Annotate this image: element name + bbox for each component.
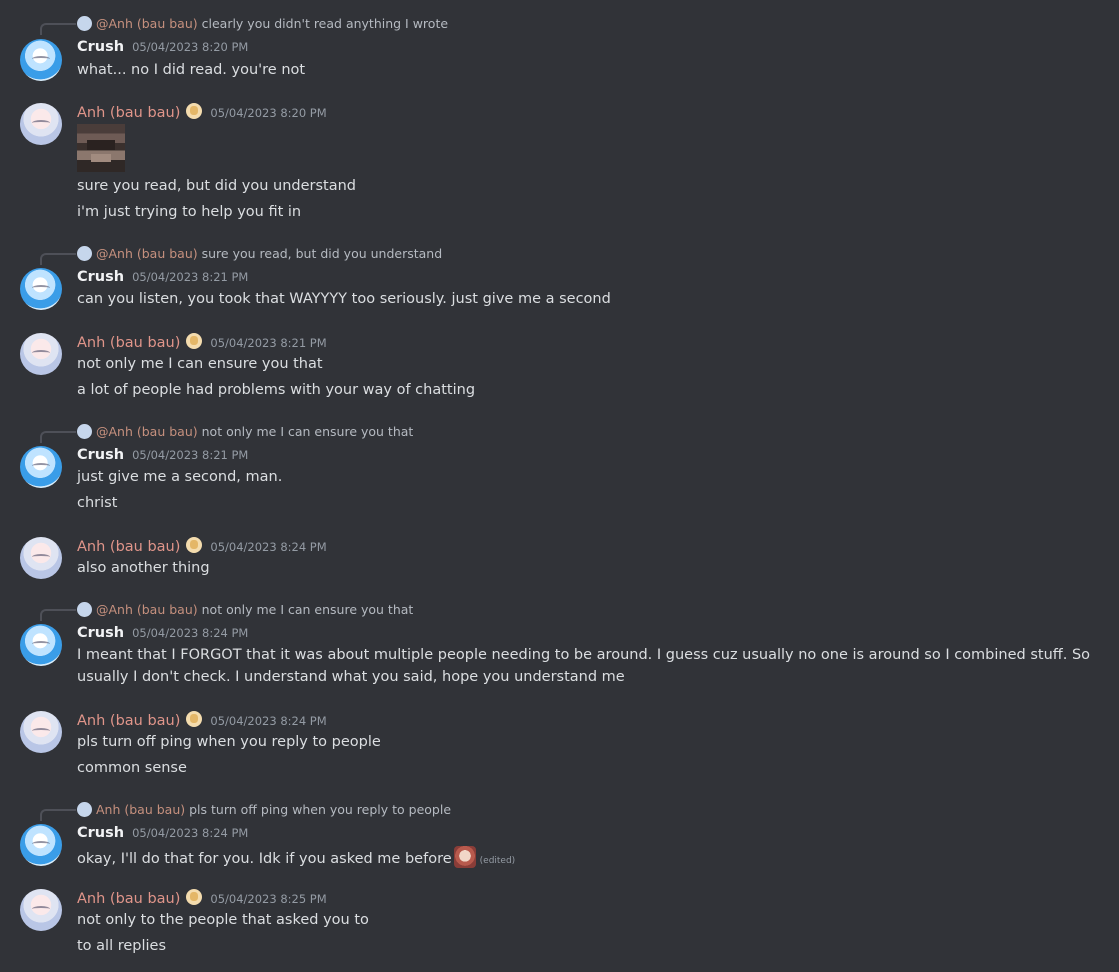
avatar[interactable]	[20, 268, 62, 310]
username[interactable]: Crush	[77, 825, 124, 841]
username[interactable]: Anh (bau bau)	[77, 335, 180, 351]
message-text: just give me a second, man.	[77, 469, 283, 485]
reply-preview[interactable]: @Anh (bau bau) not only me I can ensure …	[77, 602, 413, 618]
username[interactable]: Crush	[77, 39, 124, 55]
message-header: Anh (bau bau) 05/04/2023 8:24 PM	[77, 537, 327, 556]
message-text: not only to the people that asked you to	[77, 912, 369, 928]
reply-text: not only me I can ensure you that	[201, 424, 414, 439]
avatar[interactable]	[20, 39, 62, 81]
timestamp: 05/04/2023 8:20 PM	[210, 106, 327, 120]
message-header: Crush 05/04/2023 8:21 PM	[77, 446, 248, 464]
reply-avatar	[77, 246, 92, 261]
timestamp: 05/04/2023 8:21 PM	[210, 336, 327, 350]
reply-author[interactable]: @Anh (bau bau)	[96, 424, 198, 439]
message-header: Anh (bau bau) 05/04/2023 8:21 PM	[77, 333, 327, 352]
reply-text: clearly you didn't read anything I wrote	[201, 16, 449, 31]
reply-connector	[40, 431, 76, 443]
message-text: pls turn off ping when you reply to peop…	[77, 734, 381, 750]
avatar[interactable]	[20, 537, 62, 579]
reply-author[interactable]: @Anh (bau bau)	[96, 602, 198, 617]
reply-text: not only me I can ensure you that	[201, 602, 414, 617]
message-text: i'm just trying to help you fit in	[77, 204, 302, 220]
message-header: Crush 05/04/2023 8:21 PM	[77, 268, 248, 286]
avatar[interactable]	[20, 711, 62, 753]
reply-text: sure you read, but did you understand	[201, 246, 443, 261]
avatar[interactable]	[20, 624, 62, 666]
timestamp: 05/04/2023 8:25 PM	[210, 892, 327, 906]
timestamp: 05/04/2023 8:24 PM	[210, 540, 327, 554]
timestamp: 05/04/2023 8:21 PM	[132, 270, 249, 284]
image-attachment[interactable]	[77, 124, 125, 172]
avatar[interactable]	[20, 824, 62, 866]
message-header: Crush 05/04/2023 8:24 PM	[77, 824, 248, 842]
timestamp: 05/04/2023 8:20 PM	[132, 40, 249, 54]
message-text: also another thing	[77, 560, 210, 576]
role-icon	[186, 889, 203, 905]
role-icon	[186, 537, 203, 553]
custom-emoji-icon[interactable]	[453, 846, 476, 868]
reply-connector	[40, 253, 76, 265]
reply-preview[interactable]: Anh (bau bau) pls turn off ping when you…	[77, 802, 451, 818]
reply-author[interactable]: Anh (bau bau)	[96, 802, 185, 817]
reply-preview[interactable]: @Anh (bau bau) clearly you didn't read a…	[77, 16, 448, 32]
message-text: okay, I'll do that for you. Idk if you a…	[77, 846, 515, 870]
message-header: Anh (bau bau) 05/04/2023 8:25 PM	[77, 889, 327, 908]
timestamp: 05/04/2023 8:24 PM	[210, 714, 327, 728]
message-text-content: okay, I'll do that for you. Idk if you a…	[77, 851, 452, 867]
role-icon	[186, 103, 203, 119]
message-text: christ	[77, 495, 118, 511]
message-text: can you listen, you took that WAYYYY too…	[77, 291, 611, 307]
message-text: a lot of people had problems with your w…	[77, 382, 476, 398]
reply-connector	[40, 23, 76, 35]
message-header: Crush 05/04/2023 8:20 PM	[77, 38, 248, 56]
timestamp: 05/04/2023 8:21 PM	[132, 448, 249, 462]
reply-preview[interactable]: @Anh (bau bau) not only me I can ensure …	[77, 424, 413, 440]
username[interactable]: Crush	[77, 447, 124, 463]
message-text: common sense	[77, 760, 187, 776]
message-text: what... no I did read. you're not	[77, 62, 306, 78]
username[interactable]: Anh (bau bau)	[77, 891, 180, 907]
reply-preview[interactable]: @Anh (bau bau) sure you read, but did yo…	[77, 246, 442, 262]
role-icon	[186, 333, 203, 349]
message-header: Anh (bau bau) 05/04/2023 8:20 PM	[77, 103, 327, 122]
message-header: Anh (bau bau) 05/04/2023 8:24 PM	[77, 711, 327, 730]
avatar[interactable]	[20, 889, 62, 931]
role-icon	[186, 711, 203, 727]
reply-author[interactable]: @Anh (bau bau)	[96, 16, 198, 31]
reply-avatar	[77, 602, 92, 617]
message-text: not only me I can ensure you that	[77, 356, 323, 372]
timestamp: 05/04/2023 8:24 PM	[132, 826, 249, 840]
username[interactable]: Crush	[77, 269, 124, 285]
reply-avatar	[77, 16, 92, 31]
message-text: sure you read, but did you understand	[77, 178, 357, 194]
reply-author[interactable]: @Anh (bau bau)	[96, 246, 198, 261]
username[interactable]: Anh (bau bau)	[77, 539, 180, 555]
reply-connector	[40, 809, 76, 821]
username[interactable]: Crush	[77, 625, 124, 641]
edited-label: (edited)	[479, 856, 516, 866]
avatar[interactable]	[20, 446, 62, 488]
timestamp: 05/04/2023 8:24 PM	[132, 626, 249, 640]
message-text: I meant that I FORGOT that it was about …	[77, 647, 1091, 685]
username[interactable]: Anh (bau bau)	[77, 105, 180, 121]
username[interactable]: Anh (bau bau)	[77, 713, 180, 729]
avatar[interactable]	[20, 333, 62, 375]
reply-avatar	[77, 802, 92, 817]
reply-avatar	[77, 424, 92, 439]
avatar[interactable]	[20, 103, 62, 145]
message-header: Crush 05/04/2023 8:24 PM	[77, 624, 248, 642]
message-text: to all replies	[77, 938, 167, 954]
reply-text: pls turn off ping when you reply to peop…	[189, 802, 452, 817]
reply-connector	[40, 609, 76, 621]
